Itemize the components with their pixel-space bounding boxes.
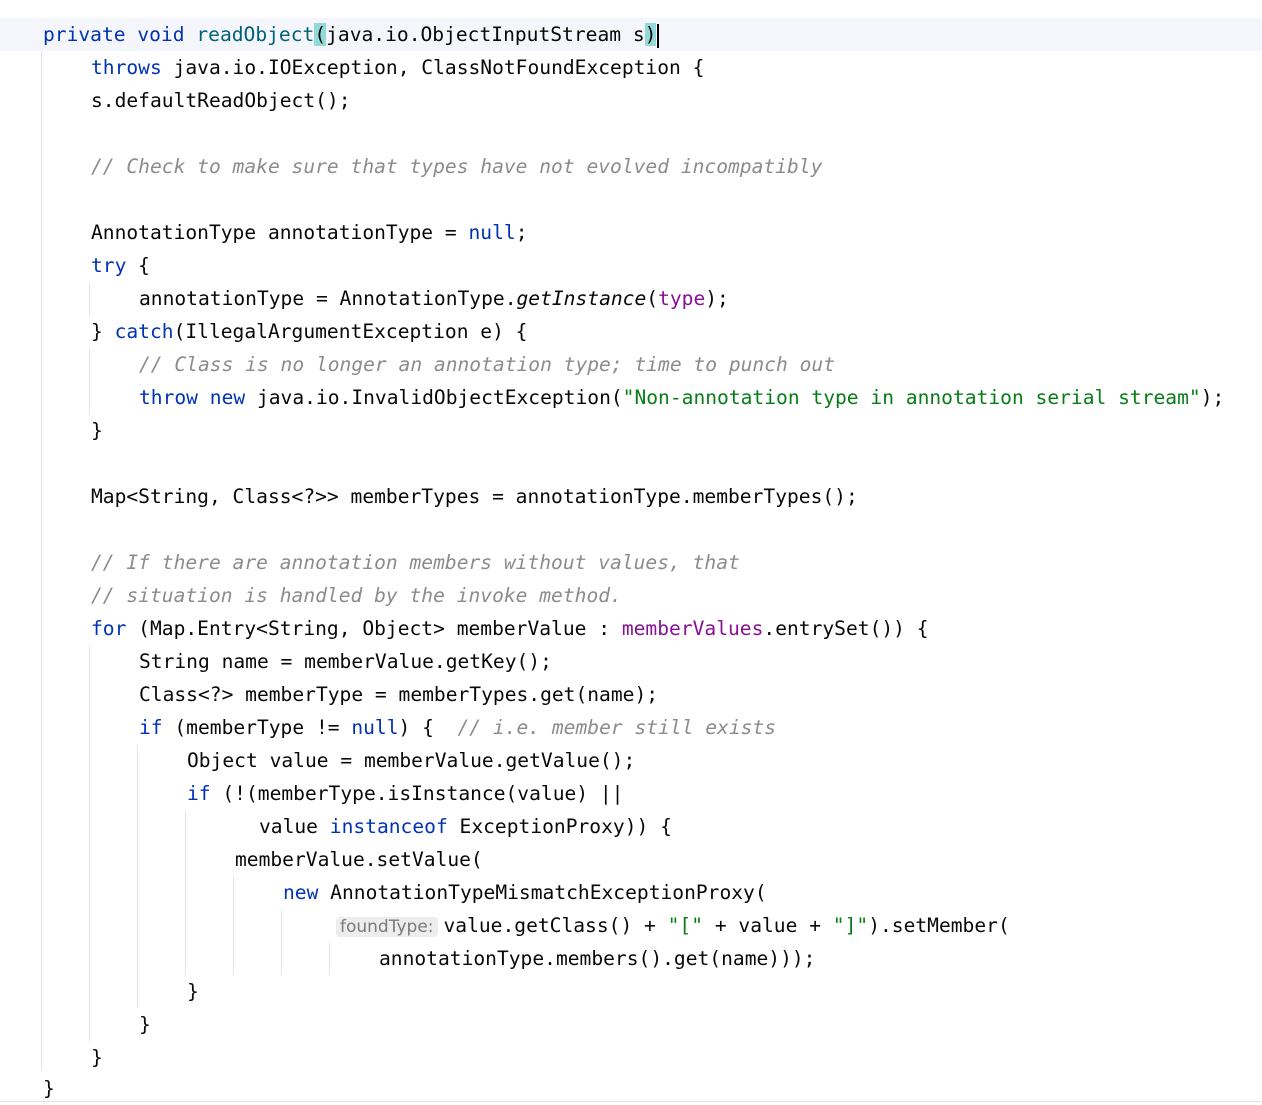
code-text: .entrySet()) { [763, 617, 929, 640]
code-text: { [126, 254, 150, 277]
keyword: instanceof [329, 815, 448, 838]
keyword: throws [91, 56, 162, 79]
code-text: } [91, 1046, 103, 1069]
code-line-30[interactable]: } [0, 975, 1262, 1008]
keyword: if [139, 716, 163, 739]
code-text: Object value = memberValue.getValue(); [187, 749, 636, 772]
code-text: } [187, 980, 199, 1003]
field: type [658, 287, 706, 310]
code-text: } [43, 1077, 55, 1100]
code-text: } [139, 1013, 151, 1036]
code-line-17[interactable]: // If there are annotation members witho… [0, 546, 1262, 579]
code-text: (Map.Entry<String, Object> memberValue : [126, 617, 622, 640]
code-text: (memberType != [162, 716, 352, 739]
code-line-11[interactable]: // Class is no longer an annotation type… [0, 348, 1262, 381]
code-text: (IllegalArgumentException e) { [173, 320, 528, 343]
code-text: Map<String, Class<?>> memberTypes = anno… [91, 485, 858, 508]
comment: // Check to make sure that types have no… [91, 155, 823, 178]
text-cursor [657, 23, 660, 48]
keyword: catch [114, 320, 174, 343]
code-text: AnnotationType annotationType = [91, 221, 469, 244]
editor-bottom-divider [0, 1101, 1262, 1102]
code-line-26[interactable]: memberValue.setValue( [0, 843, 1262, 876]
code-text: value.getClass() + [443, 914, 668, 937]
comment: // situation is handled by the invoke me… [91, 584, 622, 607]
code-line-10[interactable]: } catch(IllegalArgumentException e) { [0, 315, 1262, 348]
static-call: getInstance [516, 287, 647, 310]
code-line-19[interactable]: for (Map.Entry<String, Object> memberVal… [0, 612, 1262, 645]
keyword: null [351, 716, 399, 739]
comment: // Class is no longer an annotation type… [139, 353, 835, 376]
keyword: throw [139, 386, 198, 409]
keyword: new [209, 386, 246, 409]
code-text: Class<?> memberType = memberTypes.get(na… [139, 683, 659, 706]
code-line-5[interactable]: // Check to make sure that types have no… [0, 150, 1262, 183]
code-text: ); [1200, 386, 1225, 409]
code-line-27[interactable]: new AnnotationTypeMismatchExceptionProxy… [0, 876, 1262, 909]
code-text: AnnotationTypeMismatchExceptionProxy( [318, 881, 767, 904]
code-line-23[interactable]: Object value = memberValue.getValue(); [0, 744, 1262, 777]
code-text: } [91, 419, 103, 442]
code-line-18[interactable]: // situation is handled by the invoke me… [0, 579, 1262, 612]
code-editor[interactable]: private void readObject(java.io.ObjectIn… [0, 0, 1262, 1104]
field: memberValues [621, 617, 764, 640]
matched-paren: ) [644, 23, 657, 46]
code-text: } [91, 320, 115, 343]
code-line-15[interactable]: Map<String, Class<?>> memberTypes = anno… [0, 480, 1262, 513]
code-text: String name = memberValue.getKey(); [139, 650, 552, 673]
code-text: (!(memberType.isInstance(value) || [210, 782, 624, 805]
code-text: ).setMember( [868, 914, 1010, 937]
string-literal: "[" [667, 914, 704, 937]
code-text: annotationType = AnnotationType. [139, 287, 517, 310]
code-line-2[interactable]: throws java.io.IOException, ClassNotFoun… [0, 51, 1262, 84]
keyword: for [91, 617, 127, 640]
code-line-24[interactable]: if (!(memberType.isInstance(value) || [0, 777, 1262, 810]
code-text: ) { [398, 716, 458, 739]
matched-paren: ( [314, 23, 327, 46]
code-line-1[interactable]: private void readObject(java.io.ObjectIn… [0, 18, 1262, 51]
code-line-7[interactable]: AnnotationType annotationType = null; [0, 216, 1262, 249]
code-line-12[interactable]: throw new java.io.InvalidObjectException… [0, 381, 1262, 414]
code-line-22[interactable]: if (memberType != null) { // i.e. member… [0, 711, 1262, 744]
keyword: if [187, 782, 211, 805]
code-line-21[interactable]: Class<?> memberType = memberTypes.get(na… [0, 678, 1262, 711]
code-line-13[interactable]: } [0, 414, 1262, 447]
code-text: ( [646, 287, 659, 310]
code-line-9[interactable]: annotationType = AnnotationType.getInsta… [0, 282, 1262, 315]
keyword: try [91, 254, 127, 277]
string-literal: "]" [832, 914, 869, 937]
parameter-hint: foundType: [336, 917, 438, 937]
code-text: value [259, 815, 330, 838]
code-text: ); [705, 287, 729, 310]
code-line-20[interactable]: String name = memberValue.getKey(); [0, 645, 1262, 678]
string-literal: "Non-annotation type in annotation seria… [622, 386, 1201, 409]
code-line-31[interactable]: } [0, 1008, 1262, 1041]
code-line-32[interactable]: } [0, 1041, 1262, 1074]
keyword: private void [43, 23, 197, 46]
code-line-29[interactable]: annotationType.members().get(name))); [0, 942, 1262, 975]
code-line-25[interactable]: value instanceof ExceptionProxy)) { [0, 810, 1262, 843]
code-text: + value + [703, 914, 833, 937]
code-text: annotationType.members().get(name))); [379, 947, 816, 970]
comment: // i.e. member still exists [457, 716, 777, 739]
keyword: new [283, 881, 319, 904]
code-text: java.io.IOException, ClassNotFoundExcept… [161, 56, 705, 79]
code-text: ExceptionProxy)) { [447, 815, 672, 838]
code-text: s.defaultReadObject(); [91, 89, 351, 112]
code-text: java.io.ObjectInputStream s [326, 23, 645, 46]
code-text: memberValue.setValue( [235, 848, 483, 871]
code-text: ; [515, 221, 528, 244]
comment: // If there are annotation members witho… [91, 551, 740, 574]
code-line-28[interactable]: foundType: value.getClass() + "[" + value… [0, 909, 1262, 942]
code-line-3[interactable]: s.defaultReadObject(); [0, 84, 1262, 117]
keyword: null [468, 221, 516, 244]
code-line-8[interactable]: try { [0, 249, 1262, 282]
code-text: java.io.InvalidObjectException( [245, 386, 623, 409]
method-name: readObject [196, 23, 315, 46]
